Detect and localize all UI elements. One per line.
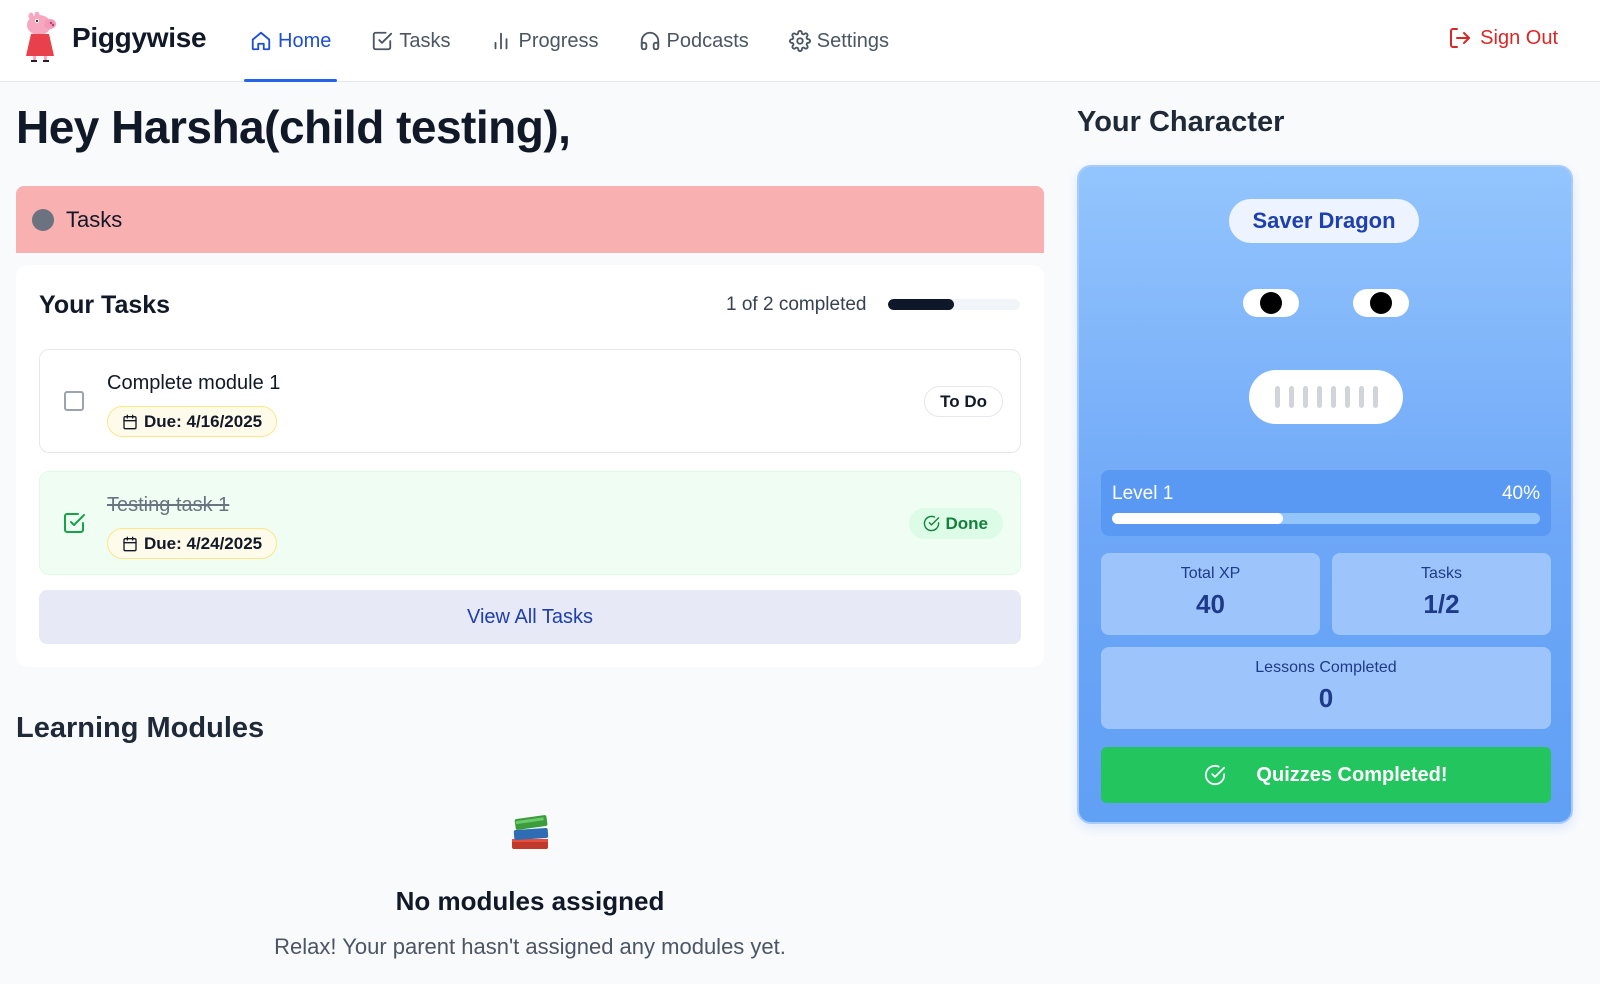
empty-state-subtitle: Relax! Your parent hasn't assigned any m… [274, 934, 786, 959]
learning-modules-heading: Learning Modules [16, 712, 265, 744]
character-card: Saver Dragon Level 1 40% Total XP 40 Tas… [1077, 165, 1573, 824]
character-left-eye [1243, 289, 1299, 317]
check-circle-icon [1205, 764, 1226, 786]
nav-progress[interactable]: Progress [484, 0, 604, 82]
task-checkbox[interactable] [64, 391, 84, 411]
nav-home[interactable]: Home [244, 0, 338, 82]
main-nav: Home Tasks Progress Podcasts Settings [244, 0, 923, 82]
tasks-card: Your Tasks 1 of 2 completed Complete mod… [16, 265, 1044, 667]
quizzes-completed-button[interactable]: Quizzes Completed! [1101, 747, 1551, 803]
due-date-text: Due: 4/16/2025 [144, 411, 263, 431]
stat-label: Total XP [1180, 565, 1241, 582]
due-date-text: Due: 4/24/2025 [144, 533, 263, 553]
greeting-heading: Hey Harsha(child testing), [16, 101, 571, 153]
checked-checkbox-icon[interactable] [62, 511, 86, 535]
quizzes-completed-label: Quizzes Completed! [1256, 763, 1448, 786]
bar-chart-icon [495, 32, 508, 50]
tooth [1302, 386, 1308, 408]
character-mouth [1249, 370, 1403, 424]
nav-podcasts-label: Podcasts [666, 29, 749, 52]
banner-label: Tasks [66, 206, 123, 232]
lessons-completed-stat: Lessons Completed 0 [1101, 647, 1551, 729]
calendar-icon [123, 536, 137, 551]
tasks-progress-fill [888, 299, 954, 310]
pig-mascot-icon [26, 12, 56, 62]
task-row[interactable]: Complete module 1 Due: 4/16/2025 To Do [39, 349, 1021, 453]
due-date-badge: Due: 4/16/2025 [107, 406, 278, 437]
stat-value: 0 [1318, 683, 1334, 713]
pupil [1260, 292, 1282, 314]
level-percent: 40% [1501, 483, 1540, 504]
app-logo[interactable]: Piggywise [22, 12, 207, 64]
task-title: Testing task 1 [107, 494, 230, 516]
level-label: Level 1 [1112, 483, 1174, 504]
stat-value: 1/2 [1423, 589, 1460, 619]
tasks-progress-text: 1 of 2 completed [726, 294, 867, 315]
tasks-card-title: Your Tasks [39, 291, 171, 319]
checkbox-icon [373, 31, 393, 51]
nav-settings[interactable]: Settings [783, 0, 895, 82]
status-badge: To Do [924, 386, 1003, 417]
app-name: Piggywise [72, 22, 207, 53]
view-all-tasks-button[interactable]: View All Tasks [39, 590, 1021, 644]
nav-progress-label: Progress [518, 29, 599, 52]
character-heading: Your Character [1077, 106, 1285, 138]
status-dot-icon [32, 208, 54, 231]
headphones-icon [640, 31, 659, 51]
status-badge: Done [908, 508, 1003, 539]
top-navigation-bar: Piggywise Home Tasks Progress Podcasts S… [0, 0, 1600, 82]
task-row[interactable]: Testing task 1 Due: 4/24/2025 Done [39, 471, 1021, 575]
stat-value: 40 [1196, 589, 1225, 619]
status-badge-text: Done [945, 513, 989, 533]
tooth [1330, 386, 1336, 408]
tooth [1288, 386, 1294, 408]
tooth [1372, 386, 1378, 408]
character-name-badge: Saver Dragon [1229, 199, 1419, 243]
due-date-badge: Due: 4/24/2025 [107, 528, 278, 559]
pupil [1370, 292, 1392, 314]
tasks-banner: Tasks [16, 186, 1044, 253]
stat-label: Lessons Completed [1255, 659, 1397, 676]
tooth [1358, 386, 1364, 408]
character-right-eye [1353, 289, 1409, 317]
tooth [1316, 386, 1322, 408]
books-icon [512, 815, 549, 849]
tooth [1274, 386, 1280, 408]
level-progress-fill [1112, 513, 1284, 524]
total-xp-stat: Total XP 40 [1101, 553, 1320, 635]
calendar-icon [123, 414, 137, 429]
nav-tasks[interactable]: Tasks [365, 0, 456, 82]
task-title: Complete module 1 [107, 372, 281, 394]
check-circle-icon [923, 515, 939, 532]
empty-state-title: No modules assigned [395, 886, 665, 916]
tasks-stat: Tasks 1/2 [1332, 553, 1551, 635]
tasks-progress-bar [888, 299, 1020, 310]
sign-out-label: Sign Out [1480, 26, 1558, 49]
level-progress-box: Level 1 40% [1101, 470, 1551, 536]
stat-label: Tasks [1421, 565, 1462, 582]
nav-tasks-label: Tasks [399, 29, 451, 52]
sign-out-icon [1450, 28, 1471, 48]
level-progress-bar [1112, 513, 1540, 524]
sign-out-button[interactable]: Sign Out [1448, 22, 1558, 54]
gear-icon [788, 30, 811, 52]
nav-home-label: Home [278, 29, 332, 52]
nav-settings-label: Settings [816, 29, 890, 52]
tooth [1344, 386, 1350, 408]
home-icon [251, 31, 271, 51]
nav-podcasts[interactable]: Podcasts [633, 0, 755, 82]
